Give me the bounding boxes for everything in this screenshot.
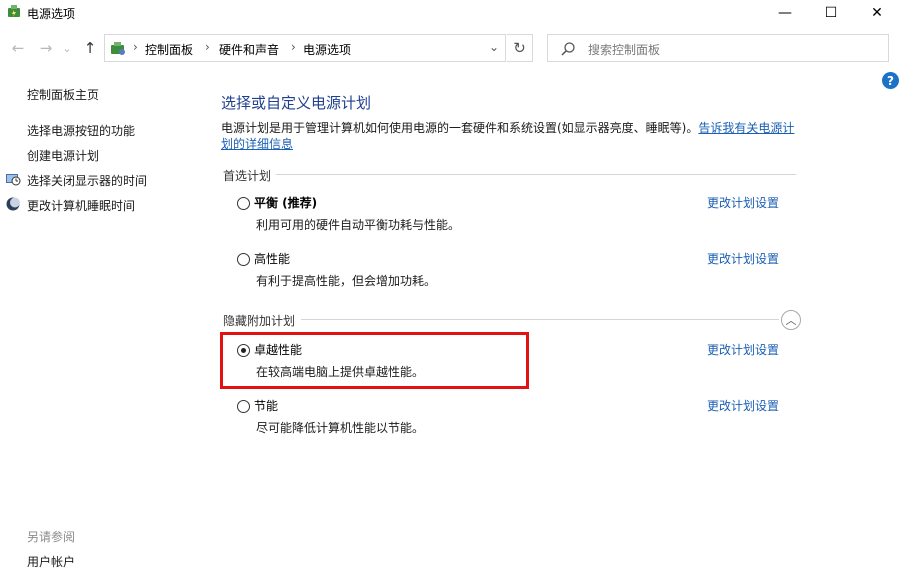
plan-high-performance-change-settings-link[interactable]: 更改计划设置 (707, 250, 779, 267)
window-title: 电源选项 (27, 7, 76, 21)
moon-icon (6, 197, 20, 211)
plan-balanced-description: 利用可用的硬件自动平衡功耗与性能。 (256, 218, 461, 232)
see-also-heading: 另请参阅 (27, 530, 76, 544)
recent-locations-button[interactable]: ⌄ (60, 38, 74, 58)
plan-balanced-name[interactable]: 平衡 (推荐) (254, 194, 317, 211)
up-button[interactable]: ↑ (80, 38, 100, 58)
plan-power-saver-radio[interactable] (237, 400, 250, 413)
forward-button[interactable]: → (36, 38, 56, 58)
sidebar-item-control-panel-home[interactable]: 控制面板主页 (27, 86, 99, 103)
plan-power-saver-description: 尽可能降低计算机性能以节能。 (256, 421, 425, 435)
minimize-button[interactable]: — (762, 0, 808, 26)
breadcrumb-separator: › (291, 40, 296, 54)
collapse-hidden-plans-button[interactable]: ︿ (781, 310, 801, 330)
refresh-button[interactable]: ↻ (507, 34, 533, 62)
plan-power-saver-change-settings-link[interactable]: 更改计划设置 (707, 397, 779, 414)
sidebar-item-display-off-time[interactable]: 选择关闭显示器的时间 (27, 172, 147, 189)
plan-ultimate-performance-change-settings-link[interactable]: 更改计划设置 (707, 341, 779, 358)
address-bar[interactable]: › 控制面板 › 硬件和声音 › 电源选项 ⌄ (104, 34, 506, 62)
highlight-annotation-box (220, 332, 529, 389)
page-title: 选择或自定义电源计划 (221, 94, 372, 112)
plan-high-performance-radio[interactable] (237, 253, 250, 266)
plan-balanced-radio[interactable] (237, 197, 250, 210)
plan-power-saver-name[interactable]: 节能 (254, 397, 278, 414)
title-bar: 电源选项 — ☐ ✕ (0, 0, 900, 28)
page-description: 电源计划是用于管理计算机如何使用电源的一套硬件和系统设置(如显示器亮度、睡眠等)… (221, 120, 801, 152)
breadcrumb-power-options[interactable]: 电源选项 (303, 41, 351, 58)
breadcrumb-control-panel[interactable]: 控制面板 (145, 41, 193, 58)
plan-high-performance-name[interactable]: 高性能 (254, 250, 290, 267)
sidebar-item-sleep-time[interactable]: 更改计算机睡眠时间 (27, 197, 135, 214)
description-text: 电源计划是用于管理计算机如何使用电源的一套硬件和系统设置(如显示器亮度、睡眠等)… (221, 121, 699, 135)
breadcrumb-separator: › (133, 40, 138, 54)
help-icon[interactable]: ? (882, 72, 899, 89)
breadcrumb-hardware-sound[interactable]: 硬件和声音 (219, 41, 279, 58)
display-clock-icon (6, 174, 21, 186)
plan-high-performance-description: 有利于提高性能，但会增加功耗。 (256, 274, 437, 288)
maximize-button[interactable]: ☐ (808, 0, 854, 26)
sidebar-item-create-power-plan[interactable]: 创建电源计划 (27, 147, 99, 164)
search-icon (561, 42, 575, 56)
breadcrumb-separator: › (205, 40, 210, 54)
hidden-plans-label: 隐藏附加计划 (223, 314, 296, 328)
plan-balanced-change-settings-link[interactable]: 更改计划设置 (707, 194, 779, 211)
close-button[interactable]: ✕ (854, 0, 900, 26)
back-button[interactable]: ← (8, 38, 28, 58)
sidebar-item-power-button-function[interactable]: 选择电源按钮的功能 (27, 122, 135, 139)
search-placeholder: 搜索控制面板 (588, 43, 661, 57)
preferred-plans-label: 首选计划 (223, 169, 272, 183)
address-dropdown-icon[interactable]: ⌄ (489, 40, 499, 54)
section-divider (276, 174, 796, 175)
sidebar-item-user-accounts[interactable]: 用户帐户 (27, 553, 75, 570)
power-options-icon (8, 5, 20, 17)
control-panel-icon (111, 42, 125, 55)
section-divider (301, 319, 779, 320)
search-input[interactable]: 搜索控制面板 (547, 34, 889, 62)
